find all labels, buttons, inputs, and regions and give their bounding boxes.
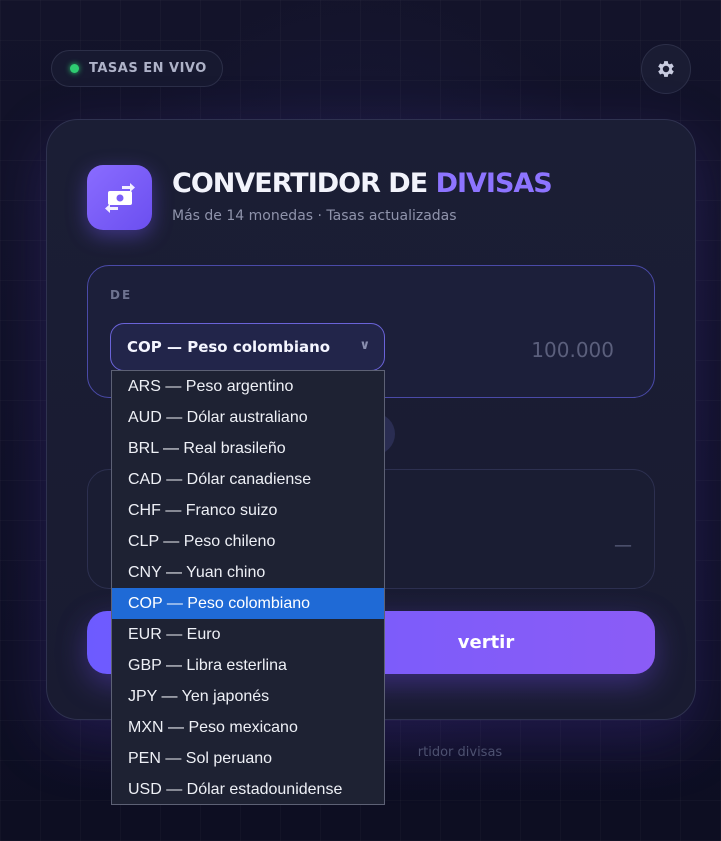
convert-button-label: vertir — [457, 632, 515, 653]
dropdown-option[interactable]: CAD — Dólar canadiense — [112, 464, 384, 495]
dropdown-option[interactable]: CNY — Yuan chino — [112, 557, 384, 588]
dropdown-option[interactable]: AUD — Dólar australiano — [112, 402, 384, 433]
chevron-down-icon: ∨ — [359, 338, 370, 353]
dropdown-option[interactable]: MXN — Peso mexicano — [112, 712, 384, 743]
settings-button[interactable] — [641, 44, 691, 94]
dropdown-option[interactable]: GBP — Libra esterlina — [112, 650, 384, 681]
footer-label: rtidor divisas — [417, 745, 503, 760]
dropdown-option[interactable]: CLP — Peso chileno — [112, 526, 384, 557]
from-amount-input[interactable]: 100.000 — [470, 338, 614, 362]
dropdown-option[interactable]: BRL — Real brasileño — [112, 433, 384, 464]
live-rates-badge: TASAS EN VIVO — [51, 50, 223, 87]
dropdown-option[interactable]: COP — Peso colombiano — [112, 588, 384, 619]
money-exchange-icon — [104, 182, 135, 213]
dropdown-option[interactable]: ARS — Peso argentino — [112, 371, 384, 402]
page-title: CONVERTIDOR DE DIVISAS — [172, 168, 553, 199]
from-currency-select[interactable]: COP — Peso colombiano ∨ — [110, 323, 385, 371]
to-amount-value: — — [614, 535, 632, 556]
title-accent: DIVISAS — [435, 168, 553, 199]
gear-icon — [658, 61, 674, 77]
live-rates-label: TASAS EN VIVO — [89, 61, 207, 76]
live-status-dot — [70, 64, 79, 73]
dropdown-option[interactable]: CHF — Franco suizo — [112, 495, 384, 526]
dropdown-option[interactable]: EUR — Euro — [112, 619, 384, 650]
title-main: CONVERTIDOR DE — [172, 168, 436, 199]
page-subtitle: Más de 14 monedas · Tasas actualizadas — [172, 208, 457, 224]
app-logo — [87, 165, 152, 230]
currency-dropdown-list[interactable]: ARS — Peso argentino AUD — Dólar australi… — [111, 370, 385, 805]
dropdown-option[interactable]: USD — Dólar estadounidense — [112, 774, 384, 805]
from-currency-value: COP — Peso colombiano — [127, 338, 331, 356]
dropdown-option[interactable]: JPY — Yen japonés — [112, 681, 384, 712]
dropdown-option[interactable]: PEN — Sol peruano — [112, 743, 384, 774]
from-label: DE — [110, 288, 133, 302]
